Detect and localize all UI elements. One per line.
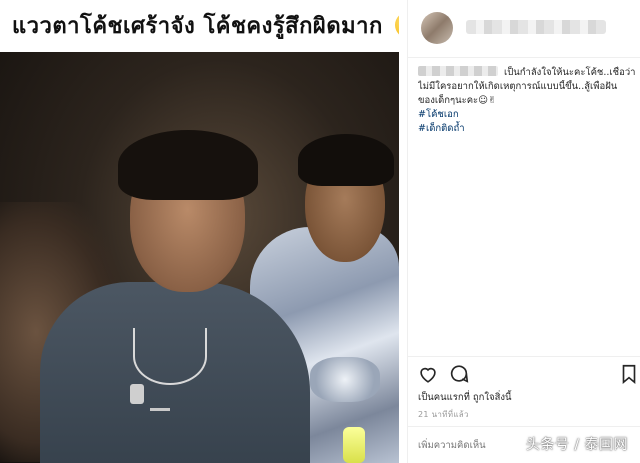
comment-input[interactable] xyxy=(418,437,508,453)
post-timestamp: 21 นาทีที่แล้ว xyxy=(418,410,469,419)
image-caption-text: แววตาโค้ชเศร้าจัง โค้ชคงรู้สึกผิดมาก xyxy=(12,13,383,39)
caption-line: เป็นกำลังใจให้นะคะโค้ช..เชื่อว่า xyxy=(504,67,636,78)
hashtag-link[interactable]: #โค้ชเอก xyxy=(418,108,636,122)
post-caption: เป็นกำลังใจให้นะคะโค้ช..เชื่อว่า ไม่มีใค… xyxy=(418,66,636,136)
action-bar xyxy=(408,356,640,392)
shirt-logo-icon xyxy=(150,396,170,411)
caption-line: ไม่มีใครอยากให้เกิดเหตุการณ์แบบนี้ขึ้น..… xyxy=(418,81,618,92)
hashtag-link[interactable]: #เด็กติดถ้ำ xyxy=(418,122,636,136)
post-side-panel: เป็นกำลังใจให้นะคะโค้ช..เชื่อว่า ไม่มีใค… xyxy=(407,0,640,463)
post-image: แววตาโค้ชเศร้าจัง โค้ชคงรู้สึกผิดมาก xyxy=(0,0,399,463)
cave-photo xyxy=(0,52,399,463)
pendant xyxy=(130,384,144,404)
avatar[interactable] xyxy=(421,12,453,44)
liked-by-text[interactable]: เป็นคนแรกที่ ถูกใจสิ่งนี้ xyxy=(418,390,512,405)
glow-light xyxy=(343,427,365,463)
blurred-username[interactable] xyxy=(466,20,606,34)
heart-icon[interactable] xyxy=(417,363,439,385)
image-caption-bar: แววตาโค้ชเศร้าจัง โค้ชคงรู้สึกผิดมาก xyxy=(0,0,399,50)
necklace xyxy=(133,328,207,385)
comment-icon[interactable] xyxy=(448,363,470,385)
watermark: 头条号 / 泰国网 xyxy=(525,437,628,453)
bookmark-icon[interactable] xyxy=(618,363,640,385)
caption-line: ของเด็กๆนะคะ☺✌ xyxy=(418,95,497,106)
post-header xyxy=(408,0,640,58)
